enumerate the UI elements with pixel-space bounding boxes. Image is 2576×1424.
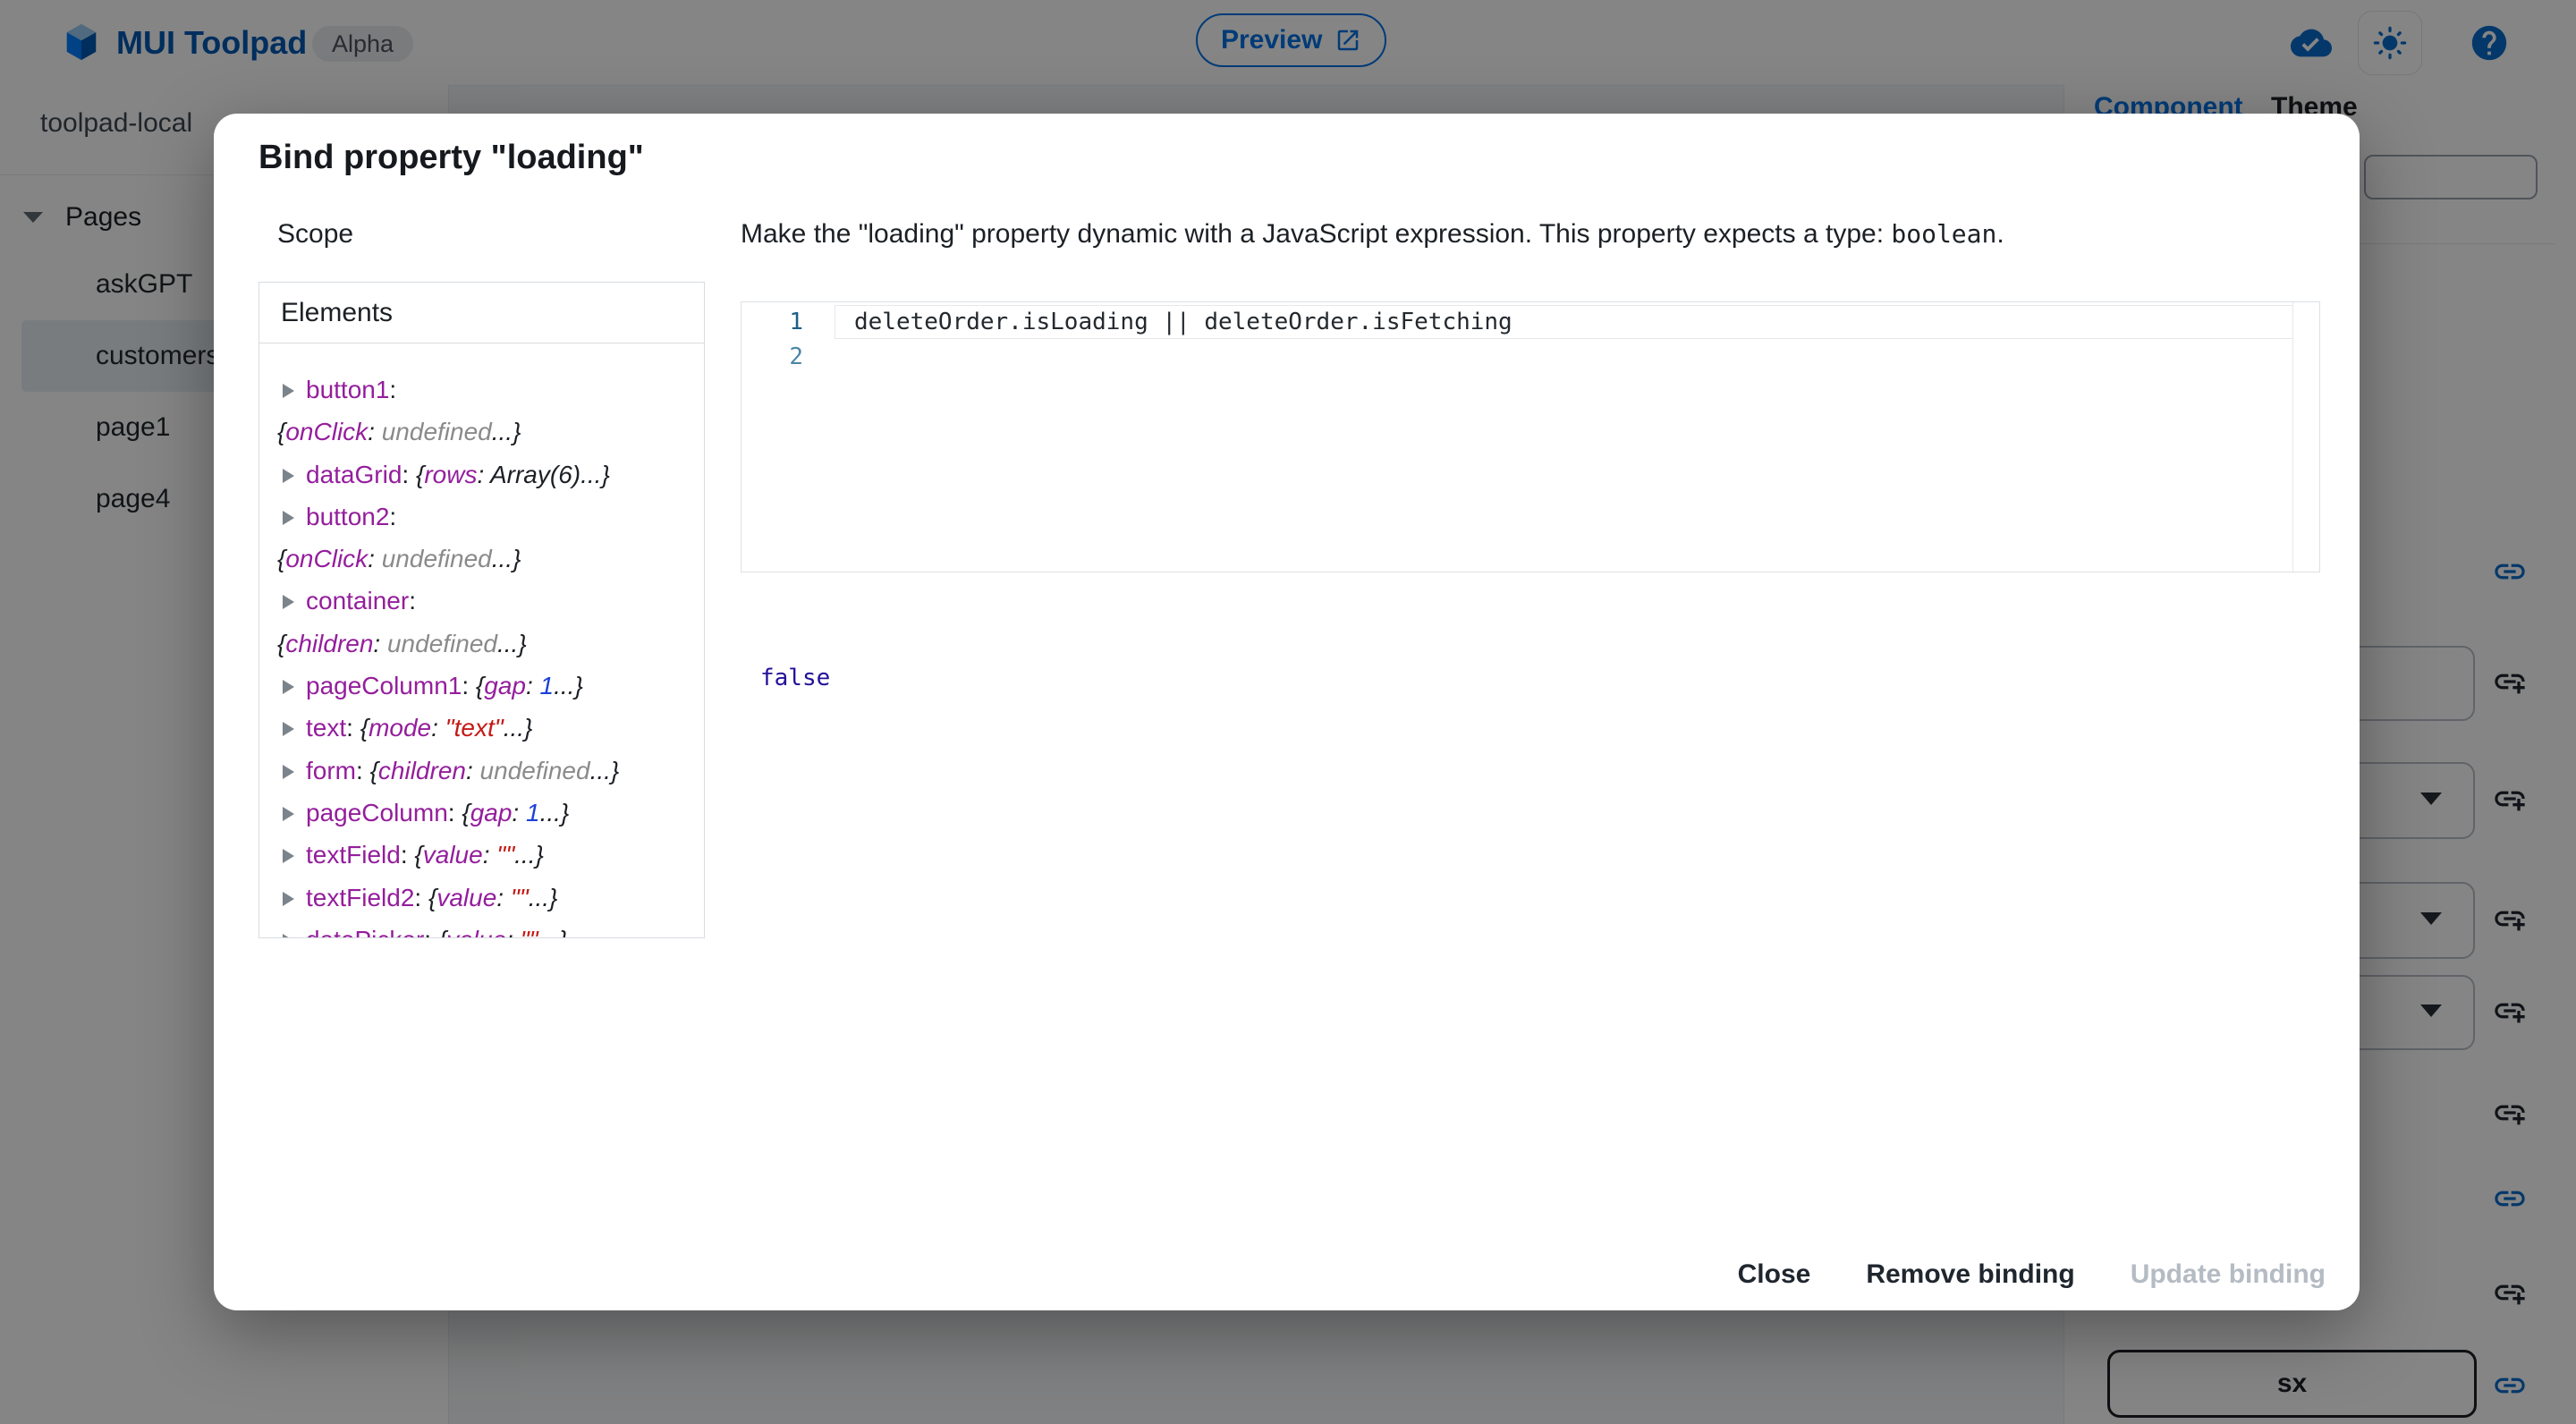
expand-arrow-icon[interactable] bbox=[283, 511, 294, 525]
close-button[interactable]: Close bbox=[1716, 1246, 1833, 1303]
expand-arrow-icon[interactable] bbox=[283, 892, 294, 906]
scope-tree-line[interactable]: button2: bbox=[277, 496, 697, 538]
scope-tree-line[interactable]: datePicker: {value: ""...} bbox=[277, 919, 697, 937]
elements-header: Elements bbox=[259, 283, 704, 343]
scope-tree-line[interactable]: dataGrid: {rows: Array(6)...} bbox=[277, 453, 697, 496]
editor-scrollbar-track bbox=[2292, 302, 2293, 572]
expression-editor[interactable]: 12 deleteOrder.isLoading || deleteOrder.… bbox=[741, 301, 2320, 572]
scope-tree-line[interactable]: form: {children: undefined...} bbox=[277, 750, 697, 792]
update-binding-button[interactable]: Update binding bbox=[2109, 1246, 2347, 1303]
expand-arrow-icon[interactable] bbox=[283, 722, 294, 736]
scope-tree-line[interactable]: {onClick: undefined...} bbox=[277, 411, 697, 453]
expected-type: boolean bbox=[1891, 219, 1996, 249]
dialog-title: Bind property "loading" bbox=[258, 139, 644, 177]
scope-tree-line[interactable]: button1: bbox=[277, 369, 697, 411]
scope-tree-line[interactable]: container: bbox=[277, 580, 697, 622]
expand-arrow-icon[interactable] bbox=[283, 469, 294, 483]
remove-binding-button[interactable]: Remove binding bbox=[1844, 1246, 2096, 1303]
toolpad-app: MUI Toolpad Alpha Preview toolpad-local bbox=[0, 0, 2576, 1424]
expand-arrow-icon[interactable] bbox=[283, 680, 294, 694]
evaluation-result: false bbox=[760, 665, 830, 691]
dialog-description: Make the "loading" property dynamic with… bbox=[741, 219, 2004, 250]
elements-tree: button1:{onClick: undefined...}dataGrid:… bbox=[259, 343, 704, 937]
scope-tree-line[interactable]: textField2: {value: ""...} bbox=[277, 877, 697, 919]
editor-code: deleteOrder.isLoading || deleteOrder.isF… bbox=[831, 305, 2292, 340]
expand-arrow-icon[interactable] bbox=[283, 384, 294, 398]
scope-tree-line[interactable]: text: {mode: "text"...} bbox=[277, 707, 697, 749]
expand-arrow-icon[interactable] bbox=[283, 849, 294, 863]
scope-tree-line[interactable]: {children: undefined...} bbox=[277, 623, 697, 665]
scope-label: Scope bbox=[277, 219, 353, 250]
expand-arrow-icon[interactable] bbox=[283, 595, 294, 609]
expand-arrow-icon[interactable] bbox=[283, 934, 294, 937]
scope-tree-line[interactable]: {onClick: undefined...} bbox=[277, 538, 697, 580]
scope-tree-line[interactable]: pageColumn1: {gap: 1...} bbox=[277, 665, 697, 707]
scope-tree-line[interactable]: textField: {value: ""...} bbox=[277, 834, 697, 876]
expand-arrow-icon[interactable] bbox=[283, 765, 294, 779]
scope-tree-line[interactable]: pageColumn: {gap: 1...} bbox=[277, 792, 697, 834]
line-number: 1 bbox=[741, 305, 831, 340]
scope-elements-panel: Elements button1:{onClick: undefined...}… bbox=[258, 282, 705, 938]
bind-property-dialog: Bind property "loading" Scope Make the "… bbox=[214, 114, 2360, 1310]
dialog-actions: Close Remove binding Update binding bbox=[1716, 1246, 2347, 1303]
code-line[interactable]: deleteOrder.isLoading || deleteOrder.isF… bbox=[831, 305, 2292, 340]
expand-arrow-icon[interactable] bbox=[283, 807, 294, 821]
line-number: 2 bbox=[741, 340, 831, 375]
editor-gutter: 12 bbox=[741, 302, 831, 572]
